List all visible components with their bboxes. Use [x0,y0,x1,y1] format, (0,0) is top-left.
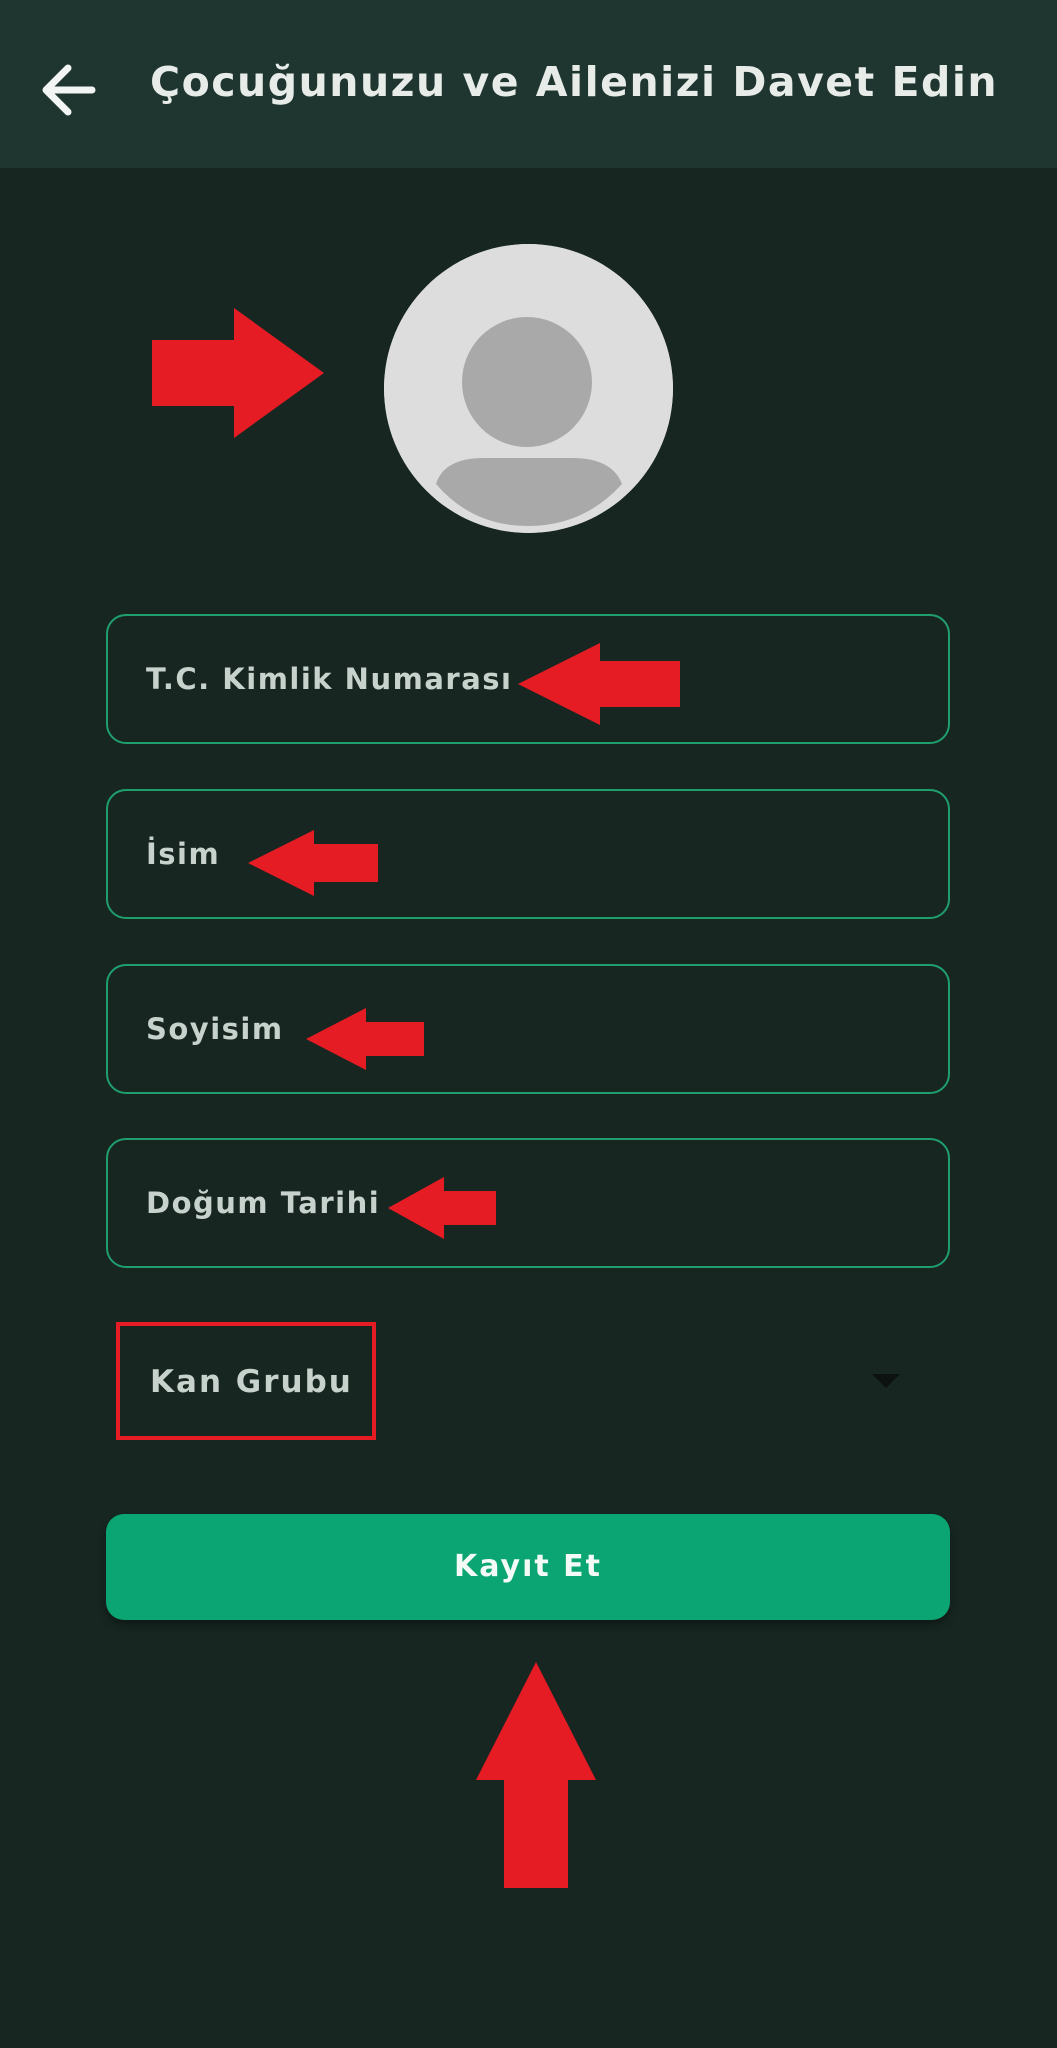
birth-date-field[interactable]: Doğum Tarihi [106,1138,950,1268]
first-name-field[interactable]: İsim [106,789,950,919]
first-name-label: İsim [146,837,221,871]
back-button[interactable] [30,50,110,130]
blood-group-label: Kan Grubu [150,1364,353,1400]
tc-id-field[interactable]: T.C. Kimlik Numarası [106,614,950,744]
submit-button[interactable]: Kayıt Et [106,1514,950,1620]
app-bar: Çocuğunuzu ve Ailenizi Davet Edin [0,0,1057,168]
profile-photo-picker[interactable] [384,244,673,533]
page-title: Çocuğunuzu ve Ailenizi Davet Edin [150,58,999,106]
last-name-field[interactable]: Soyisim [106,964,950,1094]
caret-down-icon [872,1374,900,1388]
annotation-arrow-up [476,1662,596,1888]
arrow-left-icon [42,64,96,116]
annotation-arrow-right [152,308,324,438]
last-name-label: Soyisim [146,1012,284,1046]
birth-date-label: Doğum Tarihi [146,1186,381,1220]
user-placeholder-icon [384,244,673,533]
tc-id-label: T.C. Kimlik Numarası [146,662,513,696]
blood-group-dropdown[interactable]: Kan Grubu [106,1320,950,1444]
